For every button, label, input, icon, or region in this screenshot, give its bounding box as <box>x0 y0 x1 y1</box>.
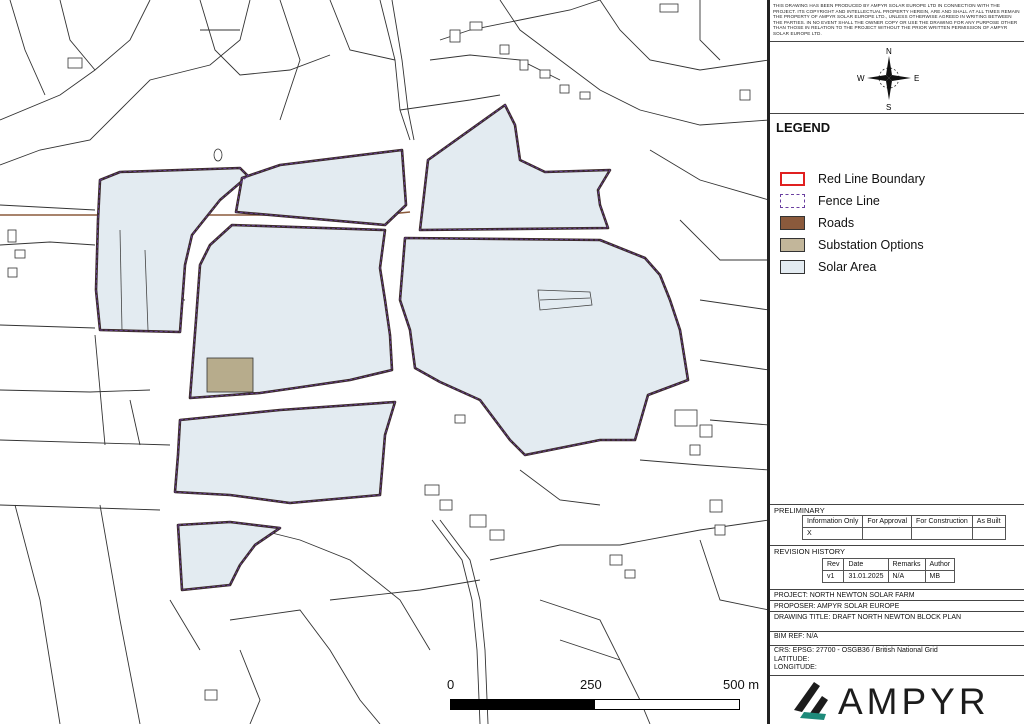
substation-option[interactable] <box>206 357 254 393</box>
compass-n: N <box>886 47 892 56</box>
preliminary-status: PRELIMINARY Information Only For Approva… <box>770 505 1024 546</box>
legend-item-red-line-boundary: Red Line Boundary <box>780 171 925 187</box>
title-block-panel: This drawing has been produced by Ampyr … <box>769 0 1024 724</box>
legend-title: LEGEND <box>776 120 831 135</box>
revision-cell: MB <box>924 570 956 583</box>
status-mark: X <box>801 527 864 540</box>
status-header: For Approval <box>862 515 913 528</box>
scale-zero-label: 0 <box>447 677 455 692</box>
legend-label: Roads <box>818 216 855 230</box>
revision-cell: 31.01.2025 <box>843 570 889 583</box>
crs: CRS: EPSG: 27700 - OSGB36 / British Nati… <box>774 647 938 654</box>
ampyr-logo: AMPYR <box>770 676 1024 724</box>
solar-swatch-icon <box>780 260 805 274</box>
latitude: LATITUDE: <box>774 656 810 663</box>
status-mark <box>971 527 1006 540</box>
map-canvas[interactable] <box>0 0 769 724</box>
legend-label: Substation Options <box>818 238 924 252</box>
solar-block-s <box>176 520 282 592</box>
revision-table: Rev Date Remarks Author v1 31.01.2025 N/… <box>821 558 956 583</box>
preliminary-title: PRELIMINARY <box>774 506 825 515</box>
revision-header: Date <box>843 558 889 571</box>
project-name: PROJECT: NORTH NEWTON SOLAR FARM <box>770 590 1024 601</box>
dashed-swatch-icon <box>780 194 805 208</box>
solar-block-sw <box>173 400 397 505</box>
revision-header: Remarks <box>887 558 926 571</box>
solar-block-ne <box>418 103 612 232</box>
revision-title: REVISION HISTORY <box>774 547 845 556</box>
solar-areas[interactable] <box>94 103 690 592</box>
longitude: LONGITUDE: <box>770 664 1024 676</box>
status-mark <box>862 527 913 540</box>
compass-e: E <box>914 74 919 83</box>
revision-history: REVISION HISTORY Rev Date Remarks Author… <box>770 546 1024 590</box>
solar-block-n <box>234 148 408 227</box>
ampyr-mark-icon <box>794 682 828 720</box>
legend-label: Red Line Boundary <box>818 172 926 186</box>
revision-cell: N/A <box>887 570 926 583</box>
revision-header: Author <box>924 558 956 571</box>
copyright-disclaimer: This drawing has been produced by Ampyr … <box>770 0 1024 42</box>
legend-item-roads: Roads <box>780 215 854 231</box>
scale-mid-label: 250 <box>580 677 602 692</box>
legend-label: Fence Line <box>818 194 880 208</box>
roads-swatch-icon <box>780 216 805 230</box>
solar-block-east <box>398 236 690 457</box>
revision-header: Rev <box>821 558 845 571</box>
legend: LEGEND Red Line Boundary Fence Line Road… <box>770 114 1024 505</box>
drawing-title: DRAWING TITLE: DRAFT NORTH NEWTON BLOCK … <box>770 612 1024 632</box>
preliminary-table: Information Only For Approval For Constr… <box>801 515 1006 540</box>
compass-w: W <box>857 74 865 83</box>
red-outline-swatch-icon <box>780 172 805 186</box>
compass-s: S <box>886 103 891 112</box>
legend-label: Solar Area <box>818 260 877 274</box>
ampyr-wordmark: AMPYR <box>838 681 990 722</box>
north-arrow: N S W E <box>770 42 1024 114</box>
compass-icon: N S W E <box>857 47 919 112</box>
substation-swatch-icon <box>780 238 805 252</box>
scale-bar <box>450 699 740 710</box>
legend-item-solar-area: Solar Area <box>780 259 876 275</box>
revision-cell: v1 <box>821 570 845 583</box>
site-map[interactable]: 0 250 500 m <box>0 0 769 724</box>
scale-end-label: 500 m <box>723 677 760 692</box>
bim-ref: BIM REF: N/A <box>770 632 1024 646</box>
proposer: PROPOSER: AMPYR SOLAR EUROPE <box>770 601 1024 612</box>
legend-item-fence-line: Fence Line <box>780 193 880 209</box>
status-header: Information Only <box>801 515 864 528</box>
status-header: As Built <box>971 515 1006 528</box>
status-header: For Construction <box>911 515 973 528</box>
status-mark <box>911 527 973 540</box>
legend-item-substation: Substation Options <box>780 237 924 253</box>
